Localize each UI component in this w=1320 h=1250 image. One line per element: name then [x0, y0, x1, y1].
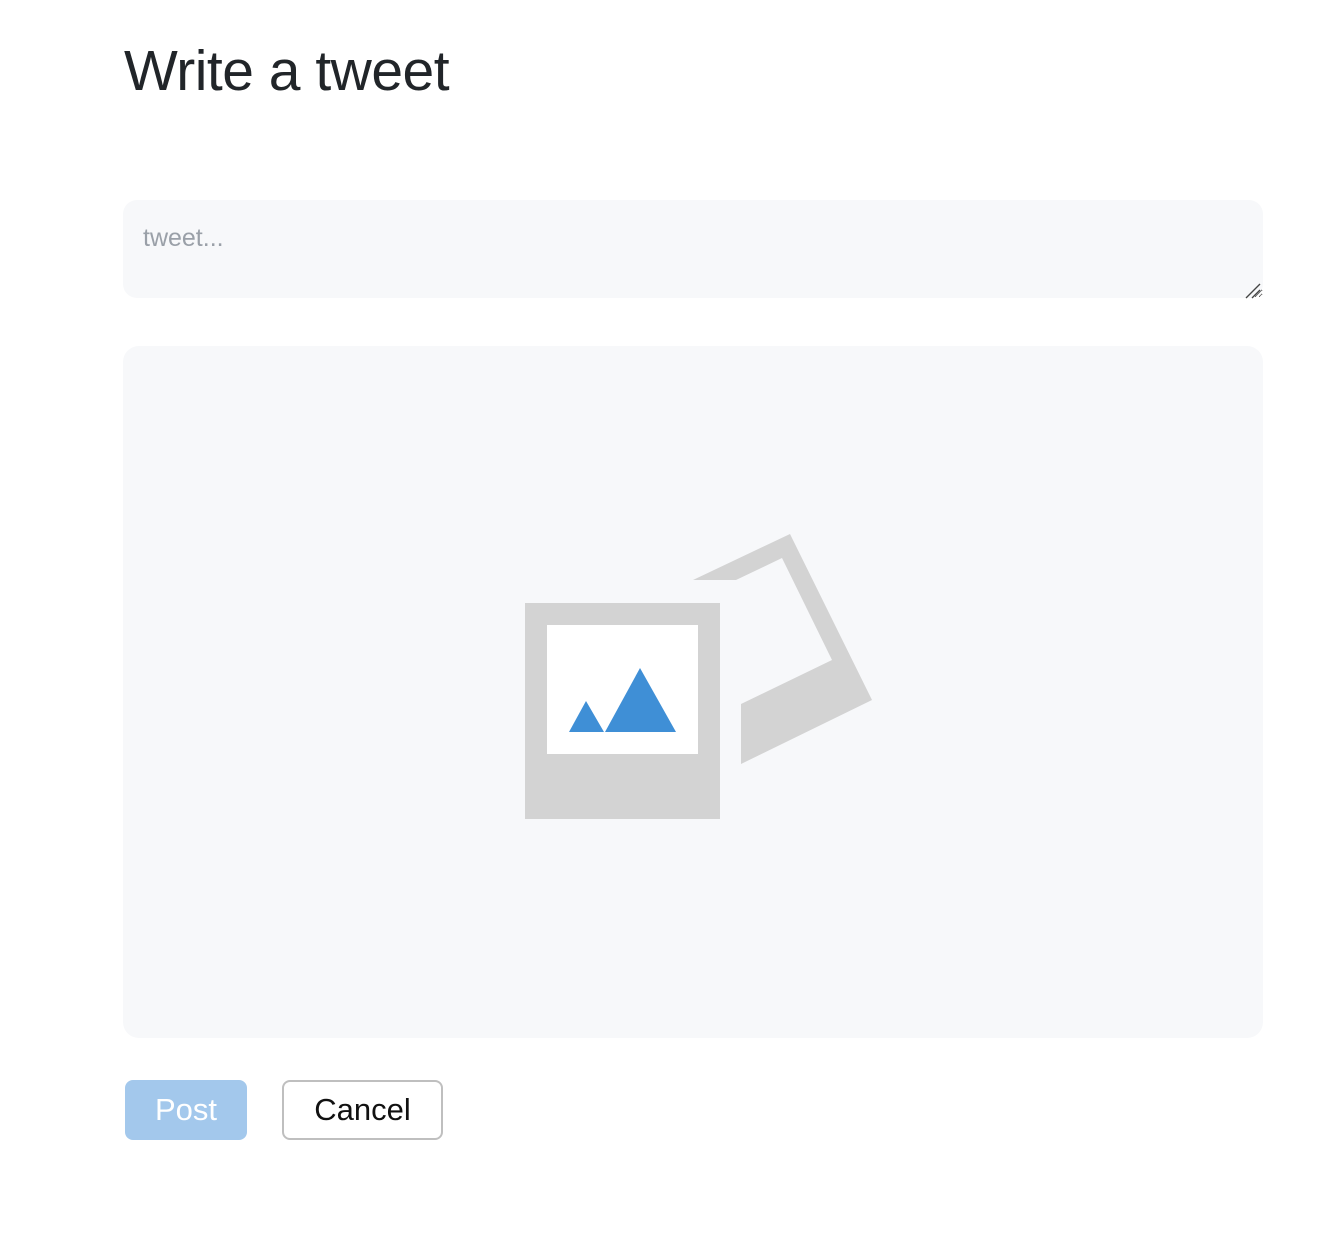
post-button[interactable]: Post	[125, 1080, 247, 1140]
compose-tweet-page: Write a tweet Post Cancel	[0, 0, 1320, 1250]
photo-inner	[547, 625, 698, 754]
cancel-button[interactable]: Cancel	[282, 1080, 443, 1140]
image-upload-area[interactable]	[123, 346, 1263, 1038]
photo-placeholder-icon	[525, 534, 872, 819]
page-title: Write a tweet	[124, 39, 450, 103]
tweet-input[interactable]	[123, 200, 1263, 298]
